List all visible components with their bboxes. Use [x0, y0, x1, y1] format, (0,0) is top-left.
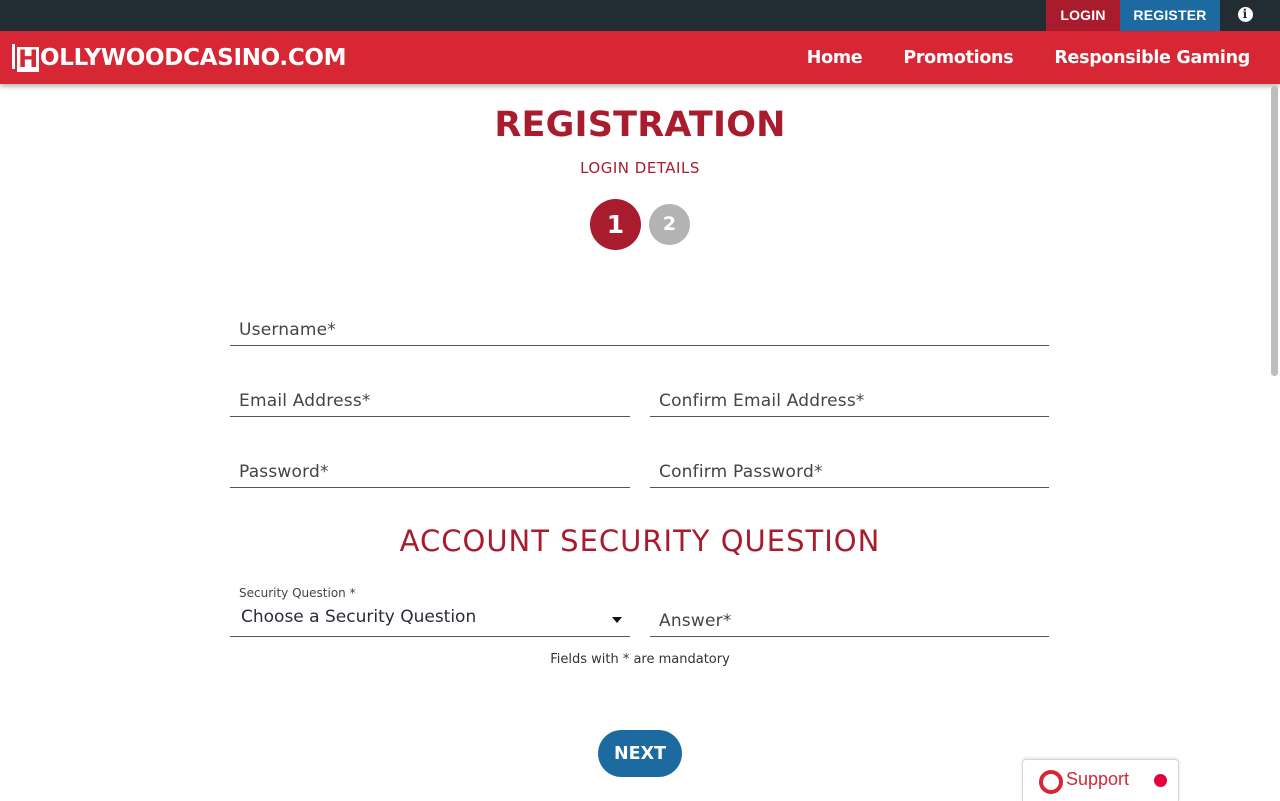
confirm-password-input[interactable] [650, 457, 1049, 487]
password-field [230, 457, 630, 488]
security-section-title: ACCOUNT SECURITY QUESTION [399, 524, 881, 558]
mandatory-note: Fields with * are mandatory [550, 652, 730, 667]
nav-responsible-gaming[interactable]: Responsible Gaming [1054, 48, 1250, 68]
nav-home[interactable]: Home [807, 48, 863, 68]
step-1-active: 1 [590, 199, 641, 250]
support-widget[interactable]: Support [1022, 759, 1179, 801]
confirm-password-field [650, 457, 1049, 488]
caret-down-icon [612, 617, 622, 623]
confirm-email-field [650, 386, 1049, 417]
support-status-dot [1154, 774, 1167, 787]
site-header: HOLLYWOODCASINO.COM Home Promotions Resp… [0, 31, 1280, 84]
password-input[interactable] [230, 457, 630, 487]
security-question-label: Security Question * [239, 586, 356, 600]
email-field [230, 386, 630, 417]
login-button[interactable]: LOGIN [1046, 0, 1120, 31]
support-label: Support [1066, 769, 1130, 789]
answer-field [650, 606, 1049, 637]
confirm-email-input[interactable] [650, 386, 1049, 416]
username-input[interactable] [230, 315, 1049, 345]
lifebuoy-icon [1039, 770, 1063, 794]
logo-initial: H [17, 45, 39, 73]
answer-input[interactable] [650, 606, 1049, 636]
info-icon: i [1237, 7, 1253, 23]
register-button[interactable]: REGISTER [1120, 0, 1220, 31]
main-nav: Home Promotions Responsible Gaming [807, 31, 1251, 84]
step-subtitle: LOGIN DETAILS [580, 159, 700, 177]
security-question-value: Choose a Security Question [241, 607, 477, 627]
site-logo[interactable]: HOLLYWOODCASINO.COM [12, 44, 347, 73]
info-button[interactable]: i [1220, 0, 1270, 31]
security-question-select[interactable]: Choose a Security Question [230, 605, 630, 637]
step-indicator: 1 2 [590, 199, 700, 251]
page-title: REGISTRATION [494, 105, 786, 145]
username-field [230, 315, 1049, 346]
top-utility-bar: LOGIN REGISTER i [0, 0, 1280, 31]
email-input[interactable] [230, 386, 630, 416]
logo-text: OLLYWOODCASINO.COM [40, 45, 347, 71]
logo-bar [12, 44, 15, 69]
next-button[interactable]: NEXT [598, 730, 682, 777]
step-2-inactive: 2 [649, 204, 690, 245]
nav-promotions[interactable]: Promotions [903, 48, 1013, 68]
